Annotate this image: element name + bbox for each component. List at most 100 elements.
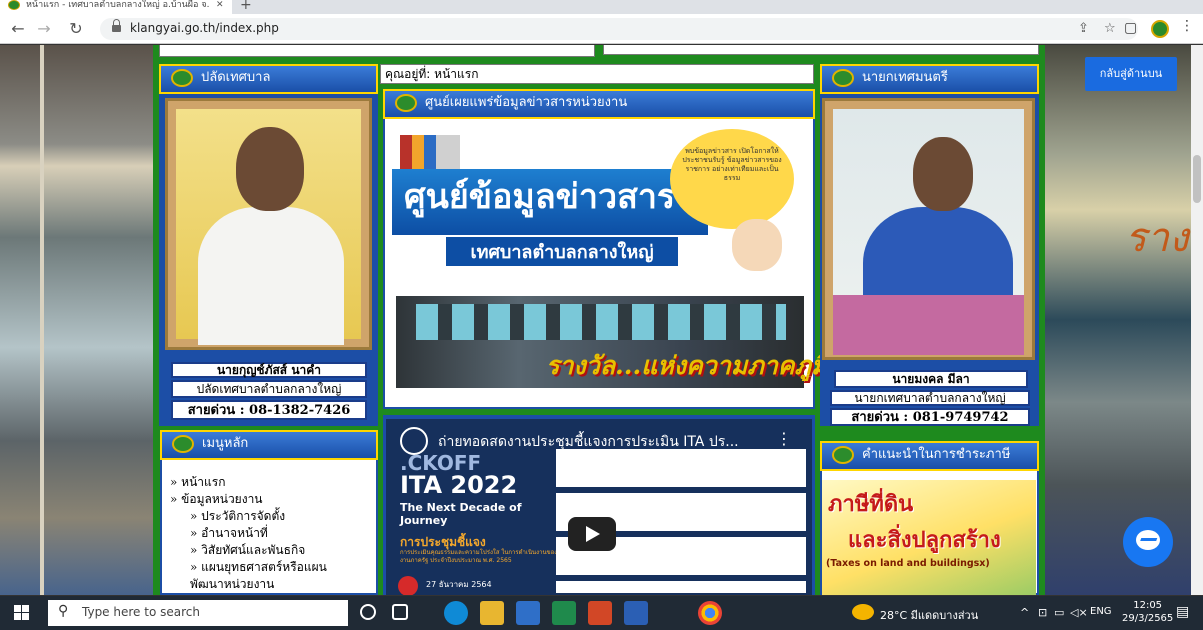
deputy-panel-title: ปลัดเทศบาล <box>201 70 271 85</box>
mayor-panel-title: นายกเทศมนตรี <box>862 70 948 85</box>
mayor-photo-frame <box>822 98 1035 360</box>
municipal-seal-icon <box>832 69 854 87</box>
site-favicon-icon <box>8 0 20 10</box>
weather-icon <box>852 604 874 620</box>
youtube-embed[interactable]: ถ่ายทอดสดงานประชุมชี้แจงการประเมิน ITA ป… <box>386 419 812 595</box>
side-panel-icon[interactable]: ▢ <box>1124 20 1137 36</box>
store-icon[interactable] <box>516 601 540 625</box>
info-center-header: ศูนย์เผยแพร่ข้อมูลข่าวสารหน่วยงาน <box>383 89 815 119</box>
taskbar-search-placeholder: Type here to search <box>82 605 200 619</box>
books-illustration <box>400 135 550 171</box>
tax-panel-header: คำแนะนำในการชำระภาษี <box>820 441 1039 471</box>
clock-time: 12:05 <box>1133 600 1163 611</box>
word-icon[interactable] <box>624 601 648 625</box>
tab-close-icon[interactable]: ✕ <box>216 0 224 10</box>
browser-tab[interactable]: หน้าแรก - เทศบาลตำบลกลางใหญ่ อ.บ้านผือ จ… <box>0 0 232 14</box>
notification-icon[interactable]: ▤ <box>1176 604 1189 620</box>
mayor-face <box>913 137 973 211</box>
main-menu-item[interactable]: » ข้อมูลหน่วยงาน <box>170 491 327 508</box>
play-button[interactable] <box>568 517 616 551</box>
tax-line1: ภาษีที่ดิน <box>828 491 914 517</box>
mayor-position: นายกเทศบาลตำบลกลางใหญ่ <box>830 390 1030 406</box>
volume-muted-icon[interactable]: ◁× <box>1070 606 1088 619</box>
tax-banner[interactable]: ภาษีที่ดิน และสิ่งปลูกสร้าง (Taxes on la… <box>822 480 1036 595</box>
main-menu-item[interactable]: พัฒนาหน่วยงาน <box>170 576 327 593</box>
info-center-banner[interactable]: ศูนย์ข้อมูลข่าวสาร เทศบาลตำบลกลางใหญ่ พบ… <box>392 127 804 275</box>
municipal-seal-icon <box>171 69 193 87</box>
deputy-panel: ปลัดเทศบาล นายกุญช์ภัสส์ นาคำ ปลัดเทศบาล… <box>159 64 378 426</box>
deputy-photo <box>176 109 361 345</box>
tray-chevron-icon[interactable]: ^ <box>1020 606 1029 619</box>
play-icon <box>586 526 600 542</box>
main-menu-header: เมนูหลัก <box>160 430 378 460</box>
deputy-hotline[interactable]: สายด่วน : 08-1382-7426 <box>171 400 367 420</box>
chrome-icon[interactable] <box>698 601 722 625</box>
main-menu-item[interactable]: » อำนาจหน้าที่ <box>170 525 327 542</box>
tax-line3: (Taxes on land and buildingsx) <box>826 558 990 569</box>
new-tab-icon[interactable]: + <box>240 0 252 13</box>
main-menu-list: » หน้าแรก» ข้อมูลหน่วยงาน» ประวัติการจัด… <box>170 474 327 593</box>
award-text: รางวัล...แห่งความภาคภูมิใจ <box>546 351 855 380</box>
deputy-photo-frame <box>165 98 372 350</box>
profile-avatar[interactable] <box>1151 20 1169 38</box>
tab-strip: หน้าแรก - เทศบาลตำบลกลางใหญ่ อ.บ้านผือ จ… <box>0 0 1203 14</box>
top-box-right <box>603 45 1039 55</box>
task-view-icon[interactable] <box>392 604 408 620</box>
main-menu-item[interactable]: » วิสัยทัศน์และพันธกิจ <box>170 542 327 559</box>
deputy-position: ปลัดเทศบาลตำบลกลางใหญ่ <box>171 380 367 398</box>
back-icon[interactable]: ← <box>8 19 28 39</box>
bookmark-star-icon[interactable]: ☆ <box>1104 21 1116 36</box>
language-indicator[interactable]: ENG <box>1090 606 1112 617</box>
back-to-top-button[interactable]: กลับสู่ด้านบน <box>1085 57 1177 91</box>
top-box-left <box>159 45 595 57</box>
breadcrumb: คุณอยู่ที่: หน้าแรก <box>380 64 814 84</box>
web-page: รางวัล ปลัดเทศบาล นายกุญช์ภัสส์ นาคำ ปลั… <box>0 45 1203 595</box>
weather-text[interactable]: 28°C มีแดดบางส่วน <box>880 606 978 624</box>
address-bar[interactable]: klangyai.go.th/index.php ⇪ ☆ <box>100 18 1138 40</box>
messenger-chat-icon[interactable] <box>1123 517 1173 567</box>
edge-icon[interactable] <box>444 601 468 625</box>
video-tagline: The Next Decade of Journey <box>400 501 522 527</box>
date-badge <box>398 576 418 595</box>
windows-start-icon[interactable] <box>14 605 30 621</box>
cartoon-character <box>732 219 782 271</box>
banner-quote-bubble: พบข้อมูลข่าวสาร เปิดโอกาสให้ประชาชนรับรู… <box>670 129 794 229</box>
main-menu-panel: เมนูหลัก » หน้าแรก» ข้อมูลหน่วยงาน» ประว… <box>160 430 378 595</box>
file-explorer-icon[interactable] <box>480 601 504 625</box>
reload-icon[interactable]: ↻ <box>66 19 86 39</box>
browser-toolbar: ← → ↻ klangyai.go.th/index.php ⇪ ☆ ▢ <box>0 14 1203 44</box>
taskbar-search[interactable]: ⚲ Type here to search <box>48 600 348 626</box>
network-icon[interactable]: ⊡ <box>1038 606 1047 619</box>
main-menu-title: เมนูหลัก <box>202 436 249 451</box>
award-banner[interactable]: รางวัล...แห่งความภาคภูมิใจ <box>396 296 854 388</box>
windows-taskbar: ⚲ Type here to search 28°C มีแดดบางส่วน … <box>0 596 1203 630</box>
cortana-icon[interactable] <box>360 604 376 620</box>
taskbar-clock[interactable]: 12:05 29/3/2565 <box>1122 599 1173 625</box>
share-icon[interactable]: ⇪ <box>1078 21 1089 36</box>
background-trophy-photo-right <box>1045 45 1203 595</box>
deputy-face <box>236 127 304 211</box>
tab-title: หน้าแรก - เทศบาลตำบลกลางใหญ่ อ.บ้านผือ จ… <box>26 0 210 10</box>
mayor-panel-header: นายกเทศมนตรี <box>820 64 1039 94</box>
white-uniform <box>198 207 344 345</box>
main-menu-item[interactable]: » หน้าแรก <box>170 474 327 491</box>
video-more-icon[interactable]: ⋮ <box>776 429 792 448</box>
excel-icon[interactable] <box>552 601 576 625</box>
video-ita-text: ITA 2022 <box>400 471 518 499</box>
background-trophy-photo-left <box>0 45 153 595</box>
page-scrollbar[interactable] <box>1191 45 1203 595</box>
browser-menu-icon[interactable]: ⋮ <box>1180 18 1194 34</box>
clock-date: 29/3/2565 <box>1122 613 1174 624</box>
monitor-icon[interactable]: ▭ <box>1054 606 1064 619</box>
info-center-title: ศูนย์เผยแพร่ข้อมูลข่าวสารหน่วยงาน <box>425 95 628 110</box>
powerpoint-icon[interactable] <box>588 601 612 625</box>
trophy-shelf <box>416 304 786 340</box>
forward-icon[interactable]: → <box>34 19 54 39</box>
tax-panel-title: คำแนะนำในการชำระภาษี <box>862 447 1011 462</box>
main-menu-item[interactable]: » แผนยุทธศาสตร์หรือแผน <box>170 559 327 576</box>
scrollbar-thumb[interactable] <box>1193 155 1201 203</box>
municipal-seal-icon <box>832 446 854 464</box>
mayor-hotline[interactable]: สายด่วน : 081-9749742 <box>830 408 1030 426</box>
main-menu-item[interactable]: » ประวัติการจัดตั้ง <box>170 508 327 525</box>
deputy-panel-header: ปลัดเทศบาล <box>159 64 378 94</box>
